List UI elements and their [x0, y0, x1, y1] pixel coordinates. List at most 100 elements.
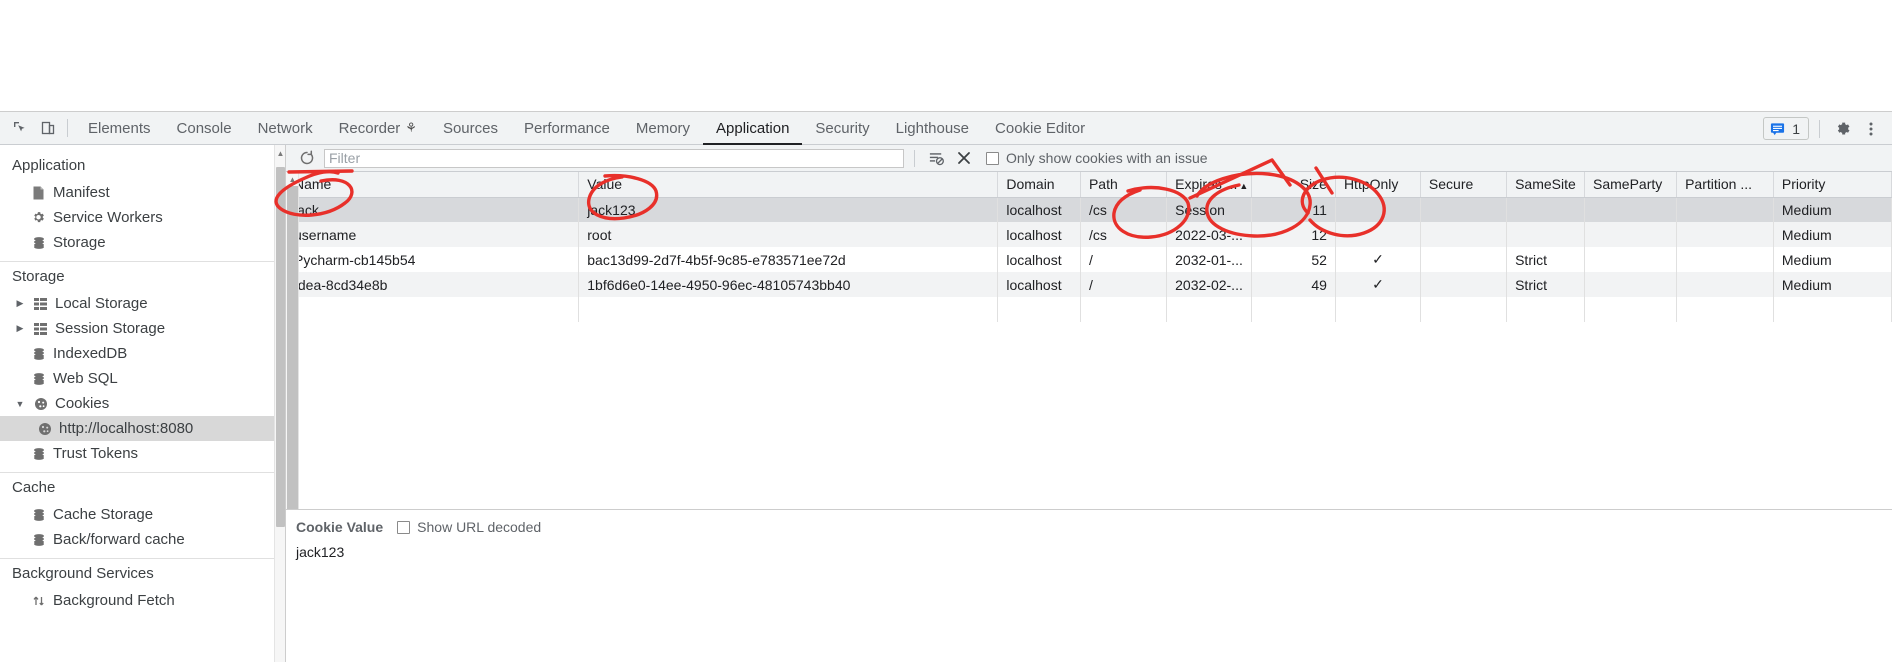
cell-path[interactable]: /	[1080, 272, 1168, 297]
cell-samesite[interactable]	[1506, 197, 1585, 222]
tab-memory[interactable]: Memory	[623, 112, 703, 145]
cell-samesite[interactable]	[1506, 222, 1585, 247]
cell-name[interactable]: jack	[286, 197, 580, 222]
close-x-icon[interactable]	[953, 147, 975, 169]
column-header-value[interactable]: Value	[578, 172, 999, 198]
cell-size[interactable]: 12	[1251, 222, 1336, 247]
column-header-secure[interactable]: Secure	[1420, 172, 1508, 198]
column-header-samesite[interactable]: SameSite	[1506, 172, 1585, 198]
table-row[interactable]: Idea-8cd34e8b 1bf6d6e0-14ee-4950-96ec-48…	[286, 272, 1892, 297]
cell-priority[interactable]: Medium	[1773, 272, 1892, 297]
show-url-decoded-checkbox[interactable]: Show URL decoded	[397, 519, 541, 535]
kebab-menu-icon[interactable]	[1858, 116, 1884, 142]
cell-sameparty[interactable]	[1584, 222, 1678, 247]
tab-console[interactable]: Console	[164, 112, 245, 145]
cell-name[interactable]: username	[286, 222, 580, 247]
cell-httponly[interactable]: ✓	[1335, 272, 1421, 297]
tab-sources[interactable]: Sources	[430, 112, 511, 145]
tab-lighthouse[interactable]: Lighthouse	[883, 112, 982, 145]
sidebar-item-session-storage[interactable]: ▶ Session Storage	[0, 316, 285, 341]
cell-size[interactable]: 49	[1251, 272, 1336, 297]
sidebar-item-local-storage[interactable]: ▶ Local Storage	[0, 291, 285, 316]
sidebar-item-manifest[interactable]: Manifest	[0, 180, 285, 205]
tab-cookie-editor[interactable]: Cookie Editor	[982, 112, 1098, 145]
cell-value[interactable]: root	[578, 222, 999, 247]
sidebar-item-trust-tokens[interactable]: Trust Tokens	[0, 441, 285, 466]
cell-size[interactable]: 11	[1251, 197, 1336, 222]
cell-expires[interactable]: 2022-03-...	[1166, 222, 1253, 247]
sidebar-item-localhost-8080[interactable]: http://localhost:8080	[0, 416, 285, 441]
cell-expires[interactable]: Session	[1166, 197, 1253, 222]
clear-filtered-icon[interactable]	[925, 147, 947, 169]
chevron-right-icon[interactable]: ▶	[14, 323, 26, 335]
tab-network[interactable]: Network	[245, 112, 326, 145]
column-header-sameparty[interactable]: SameParty	[1584, 172, 1678, 198]
cell-domain[interactable]: localhost	[997, 272, 1081, 297]
checkbox-box[interactable]	[986, 151, 999, 165]
cell-expires[interactable]: 2032-02-...	[1166, 272, 1253, 297]
sidebar-item-storage[interactable]: Storage	[0, 230, 285, 255]
tab-elements[interactable]: Elements	[75, 112, 164, 145]
cookies-scrollbar-thumb[interactable]	[287, 186, 298, 509]
tab-recorder[interactable]: Recorder ⚘	[326, 112, 430, 145]
cell-domain[interactable]: localhost	[997, 197, 1081, 222]
column-header-partition[interactable]: Partition ...	[1676, 172, 1774, 198]
column-header-name[interactable]: Name	[286, 172, 580, 198]
cell-path[interactable]: /cs	[1080, 222, 1168, 247]
sidebar-item-service-workers[interactable]: Service Workers	[0, 205, 285, 230]
cell-samesite[interactable]: Strict	[1506, 247, 1585, 272]
tab-performance[interactable]: Performance	[511, 112, 623, 145]
sidebar-item-web-sql[interactable]: Web SQL	[0, 366, 285, 391]
checkbox-box[interactable]	[397, 520, 411, 534]
refresh-icon[interactable]	[296, 147, 318, 169]
cell-partition[interactable]	[1676, 272, 1774, 297]
cell-secure[interactable]	[1420, 222, 1508, 247]
issues-counter-button[interactable]: 1	[1763, 117, 1809, 140]
cell-value[interactable]: 1bf6d6e0-14ee-4950-96ec-48105743bb40	[578, 272, 999, 297]
cell-sameparty[interactable]	[1584, 197, 1678, 222]
table-row[interactable]: jack jack123 localhost /cs Session 11 Me…	[286, 197, 1892, 222]
cell-domain[interactable]: localhost	[997, 222, 1081, 247]
sidebar-item-cache-storage[interactable]: Cache Storage	[0, 502, 285, 527]
cell-path[interactable]: /cs	[1080, 197, 1168, 222]
scroll-up-arrow-icon[interactable]: ▲	[275, 147, 285, 159]
filter-input[interactable]	[324, 148, 904, 168]
sidebar-item-indexeddb[interactable]: IndexedDB	[0, 341, 285, 366]
column-header-path[interactable]: Path	[1080, 172, 1168, 198]
sidebar-item-cookies[interactable]: ▼ Cookies	[0, 391, 285, 416]
sidebar-scrollbar[interactable]: ▲	[274, 145, 285, 662]
cell-partition[interactable]	[1676, 247, 1774, 272]
cell-priority[interactable]: Medium	[1773, 247, 1892, 272]
cell-path[interactable]: /	[1080, 247, 1168, 272]
tab-security[interactable]: Security	[802, 112, 882, 145]
scroll-up-arrow-icon[interactable]: ▲	[286, 173, 299, 185]
cell-priority[interactable]: Medium	[1773, 197, 1892, 222]
cell-expires[interactable]: 2032-01-...	[1166, 247, 1253, 272]
cell-sameparty[interactable]	[1584, 247, 1678, 272]
cell-secure[interactable]	[1420, 247, 1508, 272]
only-show-issues-checkbox[interactable]: Only show cookies with an issue	[986, 150, 1208, 166]
cell-sameparty[interactable]	[1584, 272, 1678, 297]
sidebar-item-back-forward-cache[interactable]: Back/forward cache	[0, 527, 285, 552]
inspect-element-icon[interactable]	[6, 115, 34, 141]
column-header-priority[interactable]: Priority	[1773, 172, 1892, 198]
chevron-down-icon[interactable]: ▼	[14, 398, 26, 410]
cell-value[interactable]: bac13d99-2d7f-4b5f-9c85-e783571ee72d	[578, 247, 999, 272]
sidebar-scrollbar-thumb[interactable]	[276, 167, 285, 527]
tab-application[interactable]: Application	[703, 112, 802, 145]
column-header-httponly[interactable]: HttpOnly	[1335, 172, 1421, 198]
cell-samesite[interactable]: Strict	[1506, 272, 1585, 297]
column-header-domain[interactable]: Domain	[997, 172, 1081, 198]
cell-httponly[interactable]	[1335, 222, 1421, 247]
cell-secure[interactable]	[1420, 272, 1508, 297]
cell-secure[interactable]	[1420, 197, 1508, 222]
cookies-panel-scrollbar[interactable]: ▲	[286, 172, 299, 509]
cell-domain[interactable]: localhost	[997, 247, 1081, 272]
cell-name[interactable]: Idea-8cd34e8b	[286, 272, 580, 297]
cell-value[interactable]: jack123	[578, 197, 999, 222]
cell-name[interactable]: Pycharm-cb145b54	[286, 247, 580, 272]
device-toolbar-icon[interactable]	[34, 115, 62, 141]
table-row[interactable]: Pycharm-cb145b54 bac13d99-2d7f-4b5f-9c85…	[286, 247, 1892, 272]
cell-httponly[interactable]: ✓	[1335, 247, 1421, 272]
sidebar-item-background-fetch[interactable]: Background Fetch	[0, 588, 285, 613]
